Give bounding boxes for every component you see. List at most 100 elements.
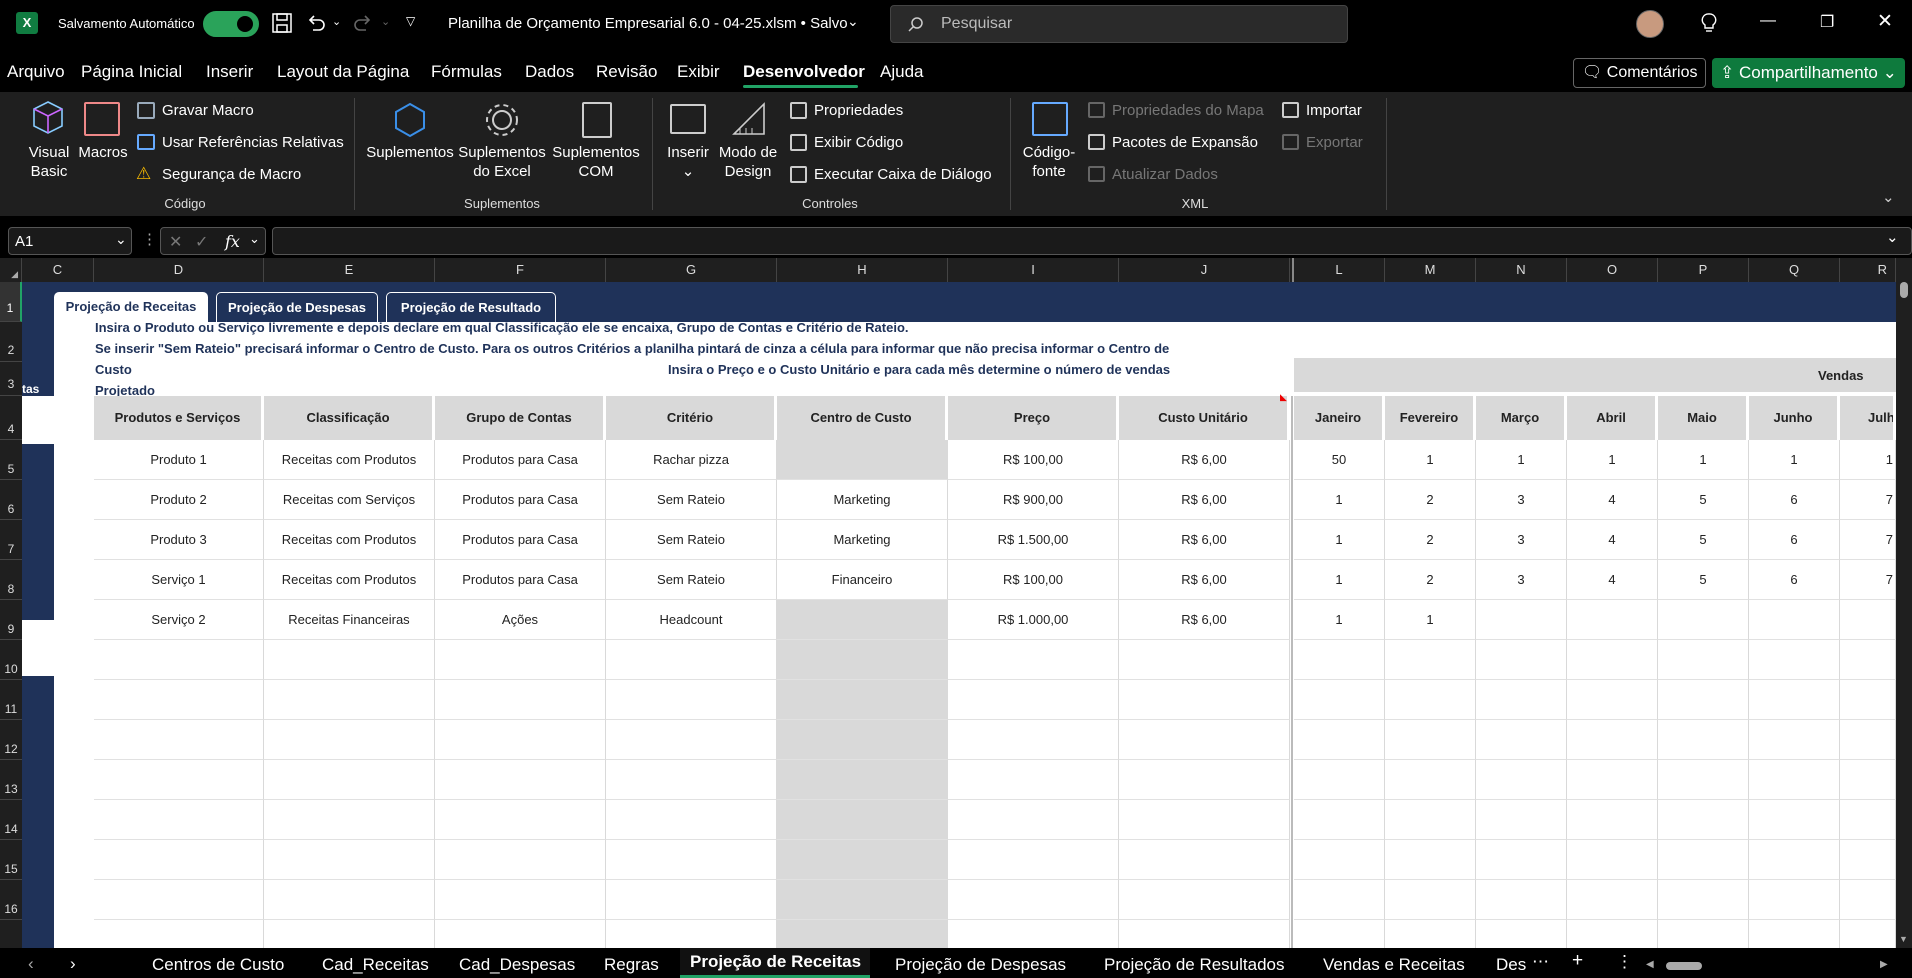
design-mode-button[interactable]: Modo de Design — [712, 143, 784, 181]
empty-cell[interactable] — [777, 680, 948, 720]
scroll-down-icon[interactable]: ▼ — [1899, 934, 1908, 944]
header-abril[interactable]: Abril — [1567, 396, 1658, 440]
empty-cell[interactable] — [435, 880, 606, 920]
cell-vendas[interactable]: 5 — [1658, 520, 1749, 560]
column-header-j[interactable]: J — [1119, 258, 1290, 282]
cell-classificacao[interactable]: Receitas com Serviços — [264, 480, 435, 520]
cell-vendas[interactable]: 7 — [1840, 560, 1896, 600]
more-sheets-icon[interactable]: ⋯ — [1532, 952, 1549, 972]
empty-cell[interactable] — [435, 760, 606, 800]
empty-cell[interactable] — [264, 760, 435, 800]
menu-inserir[interactable]: Inserir — [206, 62, 253, 82]
empty-cell[interactable] — [1840, 800, 1896, 840]
file-title[interactable]: Planilha de Orçamento Empresarial 6.0 - … — [448, 15, 848, 32]
menu-exibir[interactable]: Exibir — [677, 62, 720, 82]
cell-preco[interactable]: R$ 900,00 — [948, 480, 1119, 520]
sheet-options-icon[interactable]: ⋮ — [1616, 952, 1633, 972]
row-header-15[interactable]: 15 — [0, 840, 22, 880]
menu-desenvolvedor[interactable]: Desenvolvedor — [743, 62, 865, 82]
column-header-l[interactable]: L — [1294, 258, 1385, 282]
empty-cell[interactable] — [1476, 760, 1567, 800]
empty-cell[interactable] — [1294, 800, 1385, 840]
hscroll-left-icon[interactable]: ◀ — [1646, 959, 1654, 970]
empty-cell[interactable] — [948, 840, 1119, 880]
column-header-n[interactable]: N — [1476, 258, 1567, 282]
header-fevereiro[interactable]: Fevereiro — [1385, 396, 1476, 440]
empty-cell[interactable] — [1294, 720, 1385, 760]
header-preco[interactable]: Preço — [948, 396, 1119, 440]
empty-cell[interactable] — [264, 800, 435, 840]
cell-preco[interactable]: R$ 1.000,00 — [948, 600, 1119, 640]
empty-cell[interactable] — [435, 640, 606, 680]
menu-revisao[interactable]: Revisão — [596, 62, 657, 82]
name-box[interactable]: A1 ⌄ — [8, 227, 132, 255]
sheet-tab-projecao-despesas[interactable]: Projeção de Despesas — [895, 955, 1066, 975]
lightbulb-icon[interactable] — [1699, 12, 1719, 34]
empty-cell[interactable] — [1658, 640, 1749, 680]
header-maio[interactable]: Maio — [1658, 396, 1749, 440]
cell-centro[interactable] — [777, 440, 948, 480]
empty-cell[interactable] — [948, 760, 1119, 800]
empty-cell[interactable] — [1567, 760, 1658, 800]
empty-cell[interactable] — [606, 680, 777, 720]
row-header-9[interactable]: 9 — [0, 600, 22, 640]
add-sheet-icon[interactable]: + — [1572, 950, 1583, 972]
empty-cell[interactable] — [1567, 840, 1658, 880]
column-header-m[interactable]: M — [1385, 258, 1476, 282]
empty-cell[interactable] — [948, 800, 1119, 840]
cell-vendas[interactable]: 3 — [1476, 560, 1567, 600]
cell-vendas[interactable]: 1 — [1476, 440, 1567, 480]
menu-ajuda[interactable]: Ajuda — [880, 62, 923, 82]
cell-produto[interactable]: Produto 2 — [94, 480, 264, 520]
row-header-5[interactable]: 5 — [0, 440, 22, 480]
column-header-r[interactable]: R — [1840, 258, 1896, 282]
cell-classificacao[interactable]: Receitas com Produtos — [264, 560, 435, 600]
empty-cell[interactable] — [1385, 680, 1476, 720]
empty-cell[interactable] — [1567, 800, 1658, 840]
empty-cell[interactable] — [777, 800, 948, 840]
empty-cell[interactable] — [1749, 880, 1840, 920]
row-header-11[interactable]: 11 — [0, 680, 22, 720]
row-header-14[interactable]: 14 — [0, 800, 22, 840]
header-criterio[interactable]: Critério — [606, 396, 777, 440]
empty-cell[interactable] — [1567, 680, 1658, 720]
empty-cell[interactable] — [777, 720, 948, 760]
horizontal-scroll-thumb[interactable] — [1666, 962, 1702, 970]
empty-cell[interactable] — [264, 640, 435, 680]
header-marco[interactable]: Março — [1476, 396, 1567, 440]
empty-cell[interactable] — [777, 880, 948, 920]
comments-button[interactable]: 🗨 Comentários — [1573, 58, 1707, 88]
empty-cell[interactable] — [1840, 680, 1896, 720]
customize-qat-icon[interactable]: ▽ — [406, 14, 415, 28]
cell-vendas[interactable]: 4 — [1567, 520, 1658, 560]
sheet-tab-regras[interactable]: Regras — [604, 955, 659, 975]
empty-cell[interactable] — [1840, 720, 1896, 760]
header-grupo-contas[interactable]: Grupo de Contas — [435, 396, 606, 440]
empty-cell[interactable] — [1658, 760, 1749, 800]
row-header-2[interactable]: 2 — [0, 322, 22, 362]
cell-vendas[interactable]: 5 — [1658, 480, 1749, 520]
header-janeiro[interactable]: Janeiro — [1294, 396, 1385, 440]
empty-cell[interactable] — [264, 840, 435, 880]
empty-cell[interactable] — [1294, 880, 1385, 920]
header-classificacao[interactable]: Classificação — [264, 396, 435, 440]
empty-cell[interactable] — [1749, 800, 1840, 840]
formula-input[interactable] — [272, 227, 1912, 255]
empty-cell[interactable] — [606, 760, 777, 800]
empty-cell[interactable] — [948, 720, 1119, 760]
column-header-c[interactable]: C — [22, 258, 94, 282]
empty-cell[interactable] — [1840, 840, 1896, 880]
save-icon[interactable] — [271, 12, 293, 34]
undo-icon[interactable] — [305, 12, 327, 34]
relative-refs-button[interactable]: Usar Referências Relativas — [162, 134, 344, 151]
empty-cell[interactable] — [606, 720, 777, 760]
empty-cell[interactable] — [435, 720, 606, 760]
cell-criterio[interactable]: Sem Rateio — [606, 520, 777, 560]
share-button[interactable]: ⇪ Compartilhamento ⌄ — [1712, 58, 1905, 88]
empty-cell[interactable] — [1119, 800, 1290, 840]
empty-cell[interactable] — [94, 760, 264, 800]
cell-custo[interactable]: R$ 6,00 — [1119, 440, 1290, 480]
empty-cell[interactable] — [1119, 760, 1290, 800]
insert-function-icon[interactable]: fx — [225, 232, 240, 251]
empty-cell[interactable] — [1119, 720, 1290, 760]
